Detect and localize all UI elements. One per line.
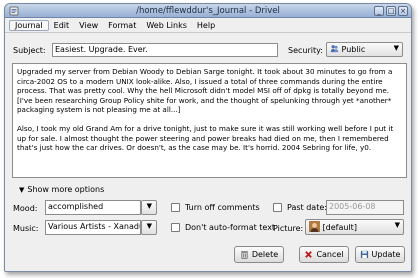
past-date-checkbox[interactable]: [273, 203, 282, 212]
menu-journal[interactable]: Journal: [9, 19, 49, 31]
subject-input[interactable]: Easiest. Upgrade. Ever.: [52, 43, 278, 57]
drivel-window: /home/fflewddur's_Journal - Drivel _ □ ×…: [4, 3, 412, 272]
cancel-button[interactable]: Cancel: [299, 246, 349, 263]
subject-label: Subject:: [13, 46, 46, 55]
menu-journal-label: Journal: [15, 20, 43, 30]
menu-format[interactable]: Format: [103, 21, 141, 30]
mood-label: Mood:: [13, 204, 38, 213]
music-label: Music:: [13, 224, 39, 233]
menu-help-label: Help: [196, 20, 216, 30]
show-more-options-expander[interactable]: ▼ Show more options: [19, 185, 104, 194]
show-more-options-label: Show more options: [27, 185, 105, 194]
picture-select[interactable]: [default] ▼: [305, 219, 404, 235]
entry-paragraph-1: Upgraded my server from Debian Woody to …: [17, 67, 393, 114]
menu-help[interactable]: Help: [192, 21, 220, 30]
save-disk-icon: [360, 250, 368, 259]
delete-label: Delete: [251, 250, 279, 259]
dont-autoformat-checkbox[interactable]: [171, 223, 180, 232]
picture-label: Picture:: [273, 224, 304, 233]
menu-web-links[interactable]: Web Links: [141, 21, 192, 30]
cancel-label: Cancel: [316, 250, 344, 259]
update-button[interactable]: Update: [355, 246, 405, 263]
chevron-down-icon: ▼: [146, 222, 152, 230]
menu-bar: Journal Edit View Format Web Links Help: [5, 18, 411, 33]
menu-edit[interactable]: Edit: [49, 21, 75, 30]
menu-view[interactable]: View: [74, 21, 103, 30]
expander-triangle-icon: ▼: [19, 185, 25, 194]
trash-icon: [241, 251, 248, 259]
past-date-input[interactable]: 2005-06-08: [326, 200, 404, 215]
people-icon: [330, 45, 339, 53]
menu-web-links-label: Web Links: [146, 20, 187, 30]
cancel-x-icon: [305, 251, 313, 258]
menu-edit-label: Edit: [53, 20, 70, 30]
mood-dropdown-button[interactable]: ▼: [141, 200, 157, 215]
menu-view-label: View: [79, 20, 99, 30]
menu-format-label: Format: [108, 20, 137, 30]
delete-button[interactable]: Delete: [234, 246, 284, 263]
dont-autoformat-label: Don't auto-format text: [185, 223, 276, 232]
security-label: Security:: [288, 46, 323, 55]
entry-paragraph-2: Also, I took my old Grand Am for a drive…: [17, 124, 394, 152]
security-select[interactable]: Public ▼: [326, 42, 403, 57]
picture-value: [default]: [322, 223, 357, 232]
turn-off-comments-checkbox[interactable]: [171, 203, 180, 212]
past-date-label: Past date:: [287, 203, 327, 212]
turn-off-comments-label: Turn off comments: [185, 203, 260, 212]
security-value: Public: [341, 45, 366, 54]
music-dropdown-button[interactable]: ▼: [141, 220, 157, 235]
user-picture-icon: [309, 221, 320, 232]
mood-input[interactable]: accomplished: [45, 200, 141, 215]
close-button[interactable]: ×: [398, 6, 408, 16]
chevron-down-icon: ▼: [394, 221, 400, 229]
music-input[interactable]: Various Artists - Xanadu -: [45, 220, 141, 235]
title-bar[interactable]: /home/fflewddur's_Journal - Drivel _ □ ×: [5, 4, 411, 18]
chevron-down-icon: ▼: [146, 202, 152, 210]
chevron-down-icon: ▼: [393, 44, 399, 52]
minimize-button[interactable]: _: [374, 6, 384, 16]
entry-body-textarea[interactable]: Upgraded my server from Debian Woody to …: [12, 63, 407, 178]
maximize-button[interactable]: □: [386, 6, 396, 16]
update-label: Update: [371, 250, 401, 259]
window-title: /home/fflewddur's_Journal - Drivel: [136, 6, 280, 16]
